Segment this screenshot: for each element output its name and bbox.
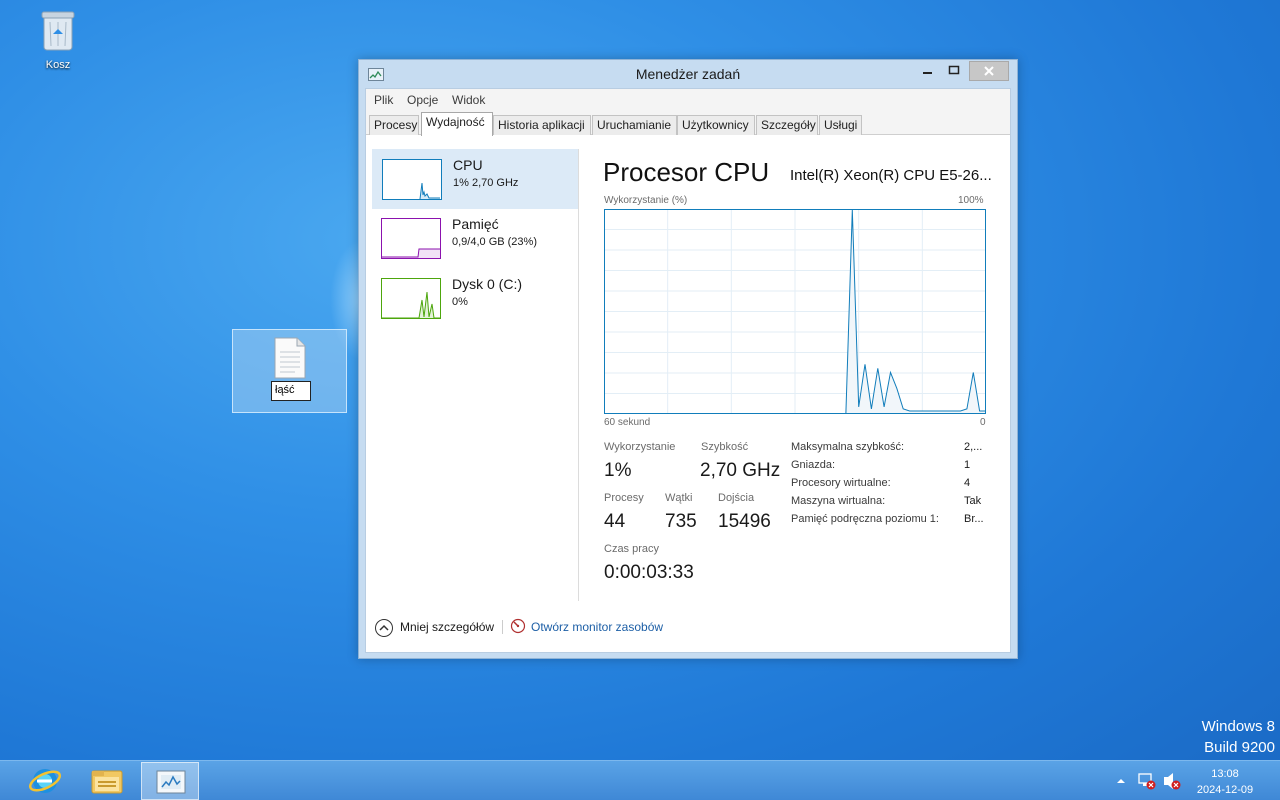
tab-app-history[interactable]: Historia aplikacji [493,115,591,135]
handles-label: Dojścia [718,492,755,504]
uptime-value: 0:00:03:33 [604,562,694,583]
window-footer: Mniej szczegółów Otwórz monitor zasobów [366,614,1010,644]
desktop-file-selected[interactable]: łąść [232,329,347,413]
graph-x-right-label: 0 [980,417,986,428]
perf-item-disk[interactable]: Dysk 0 (C:) 0% [372,269,578,329]
tab-strip: Procesy Wydajność Historia aplikacji Uru… [366,111,1010,136]
cpu-panel-title: Procesor CPU [603,157,770,187]
speed-value: 2,70 GHz [700,460,781,481]
taskbar-clock[interactable]: 13:08 2024-12-09 [1190,766,1260,798]
show-hidden-icons-button[interactable] [1114,761,1128,800]
graph-y-label: Wykorzystanie (%) [604,195,688,206]
menu-bar: Plik Opcje Widok [366,89,1010,111]
recycle-bin-icon [41,11,75,51]
processes-label: Procesy [604,492,644,504]
perf-item-cpu[interactable]: CPU 1% 2,70 GHz [372,149,578,209]
spec-sockets-label: Gniazda: [791,459,836,471]
footer-divider [502,620,503,634]
windows-build-watermark: Windows 8 Build 9200 [1202,716,1275,758]
volume-muted-icon [1164,773,1181,790]
handles-value: 15496 [718,511,771,532]
network-disconnected-icon [1138,773,1156,790]
tab-services[interactable]: Usługi [819,115,862,135]
perf-item-cpu-detail: 1% 2,70 GHz [453,177,519,189]
perf-item-disk-name: Dysk 0 (C:) [452,276,522,292]
watermark-line-1: Windows 8 [1201,718,1275,735]
cpu-thumbnail-graph [382,159,442,200]
title-bar[interactable]: Menedżer zadań [359,60,1017,88]
tab-users[interactable]: Użytkownicy [677,115,755,135]
speed-label: Szybkość [701,441,749,453]
open-resource-monitor-link[interactable]: Otwórz monitor zasobów [510,618,663,637]
spec-max-speed-value: 2,... [964,441,983,453]
network-status-icon-button[interactable] [1136,761,1158,800]
spec-l1-cache-label: Pamięć podręczna poziomu 1: [791,513,939,525]
folder-icon [91,770,123,794]
recycle-bin-desktop-icon[interactable]: Kosz [34,6,82,71]
chevron-up-icon [1117,779,1125,783]
close-button[interactable] [969,61,1009,81]
utilization-value: 1% [604,460,632,481]
close-icon [984,66,994,76]
task-manager-window: Menedżer zadań Plik Opcje Widok Procesy … [358,59,1018,659]
spec-sockets-value: 1 [964,459,971,471]
processes-value: 44 [604,511,626,532]
spec-virtual-machine-value: Tak [964,495,982,507]
fewer-details-button[interactable]: Mniej szczegółów [374,618,494,641]
open-resource-monitor-label: Otwórz monitor zasobów [531,620,664,634]
cpu-utilization-graph [604,209,986,414]
menu-file[interactable]: Plik [374,93,393,107]
spec-max-speed-label: Maksymalna szybkość: [791,441,905,453]
taskbar-internet-explorer[interactable] [16,762,74,800]
perf-item-cpu-name: CPU [453,157,483,173]
utilization-label: Wykorzystanie [604,441,676,453]
maximize-button[interactable] [941,61,967,81]
fewer-details-label: Mniej szczegółów [400,620,495,634]
perf-item-memory-detail: 0,9/4,0 GB (23%) [452,236,537,248]
text-document-icon [274,337,306,379]
panel-divider [578,149,579,601]
tab-startup[interactable]: Uruchamianie [592,115,677,135]
maximize-icon [948,65,960,75]
tab-processes[interactable]: Procesy [369,115,419,135]
cpu-model-name: Intel(R) Xeon(R) CPU E5-26... [790,167,992,184]
spec-virtual-processors-label: Procesory wirtualne: [791,477,891,489]
task-manager-taskbar-icon [156,770,186,794]
graph-y-max-label: 100% [958,195,984,206]
memory-thumbnail-graph [381,218,441,259]
perf-item-disk-detail: 0% [452,296,468,308]
threads-value: 735 [665,511,697,532]
spec-virtual-machine-label: Maszyna wirtualna: [791,495,886,507]
watermark-line-2: Build 9200 [1204,739,1275,756]
clock-time: 13:08 [1211,768,1239,780]
resource-monitor-icon [510,618,526,634]
rename-input[interactable]: łąść [271,381,311,401]
chevron-up-circle-icon [375,619,393,637]
uptime-label: Czas pracy [604,543,660,555]
taskbar-task-manager[interactable] [141,762,199,800]
taskbar-file-explorer[interactable] [78,762,136,800]
window-client-area: Plik Opcje Widok Procesy Wydajność Histo… [365,88,1011,653]
recycle-bin-label: Kosz [45,59,71,71]
perf-item-memory-name: Pamięć [452,216,499,232]
menu-view[interactable]: Widok [452,93,485,107]
graph-x-left-label: 60 sekund [604,417,651,428]
clock-date: 2024-12-09 [1196,784,1254,796]
taskbar: 13:08 2024-12-09 [0,760,1280,800]
disk-thumbnail-graph [381,278,441,319]
threads-label: Wątki [665,492,693,504]
menu-options[interactable]: Opcje [407,93,438,107]
volume-icon-button[interactable] [1161,761,1183,800]
perf-item-memory[interactable]: Pamięć 0,9/4,0 GB (23%) [372,209,578,269]
minimize-button[interactable] [915,61,941,81]
tab-performance[interactable]: Wydajność [421,112,493,136]
spec-virtual-processors-value: 4 [964,477,971,489]
spec-l1-cache-value: Br... [964,513,984,525]
internet-explorer-icon [28,769,62,793]
tab-details[interactable]: Szczegóły [756,115,818,135]
graph-grid [604,209,986,414]
minimize-icon [923,72,932,74]
